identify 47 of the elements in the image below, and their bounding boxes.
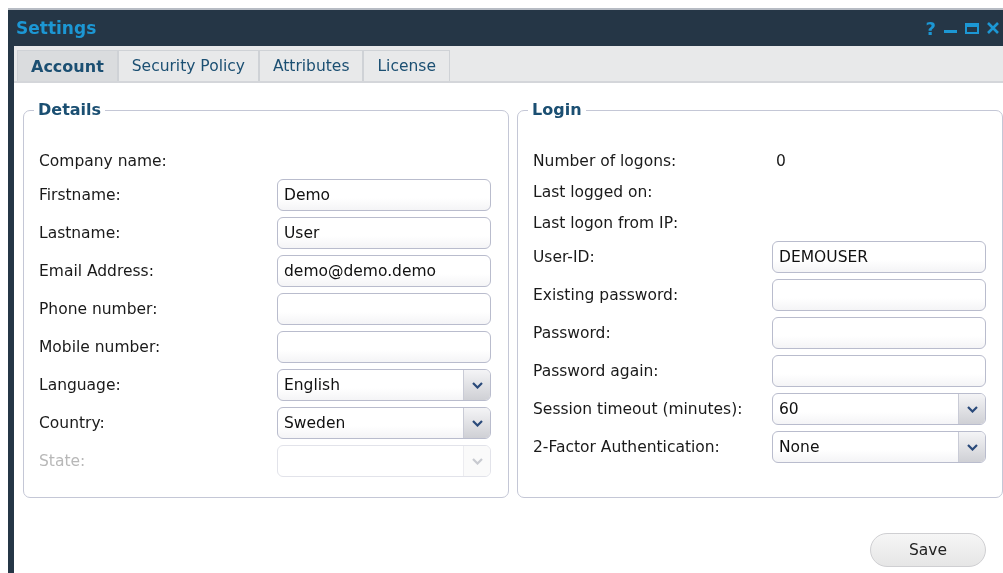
field-label: User-ID: (533, 248, 596, 266)
chevron-down-icon (966, 443, 978, 451)
chevron-down-icon (471, 419, 483, 427)
field-label: Language: (39, 376, 122, 394)
save-button[interactable]: Save (870, 533, 986, 567)
text-field[interactable] (772, 355, 986, 387)
help-button[interactable]: ? (925, 17, 936, 39)
field-label: Firstname: (39, 186, 122, 204)
text-field[interactable]: DEMOUSER (772, 241, 986, 273)
window-title: Settings (16, 18, 98, 38)
text-field[interactable] (277, 331, 491, 363)
field-label: Number of logons: (533, 151, 678, 170)
field-label: Company name: (39, 151, 168, 170)
tab[interactable]: Security Policy (117, 50, 259, 81)
text-field[interactable]: User (277, 217, 491, 249)
field-label: Session timeout (minutes): (533, 400, 744, 418)
dropdown[interactable]: 60 (772, 393, 986, 425)
field-label: Phone number: (39, 300, 159, 318)
field-label: Last logon from IP: (533, 213, 680, 232)
field-label: 2-Factor Authentication: (533, 438, 721, 456)
field-label: Last logged on: (533, 182, 654, 201)
dropdown[interactable]: None (772, 431, 986, 463)
field-label: Password: (533, 324, 612, 342)
field-label: Mobile number: (39, 338, 162, 356)
field-label: Existing password: (533, 286, 680, 304)
chevron-down-icon (471, 381, 483, 389)
tab[interactable]: Account (17, 50, 118, 81)
section-title: Login (528, 100, 586, 119)
text-field[interactable] (772, 317, 986, 349)
field-label: Password again: (533, 362, 660, 380)
dropdown[interactable]: Sweden (277, 407, 491, 439)
text-field[interactable]: Demo (277, 179, 491, 211)
info-value: 0 (775, 151, 787, 170)
field-label: Email Address: (39, 262, 155, 280)
field-label: Country: (39, 414, 106, 432)
tab[interactable]: License (363, 50, 450, 81)
field-label: Lastname: (39, 224, 122, 242)
close-icon[interactable] (987, 21, 999, 34)
tab[interactable]: Attributes (258, 50, 364, 81)
dropdown[interactable]: English (277, 369, 491, 401)
text-field[interactable] (772, 279, 986, 311)
chevron-down-icon (966, 405, 978, 413)
text-field[interactable]: demo@demo.demo (277, 255, 491, 287)
maximize-icon[interactable] (965, 22, 979, 34)
field-label: State: (39, 452, 87, 470)
chevron-down-icon (471, 457, 483, 465)
text-field[interactable] (277, 293, 491, 325)
